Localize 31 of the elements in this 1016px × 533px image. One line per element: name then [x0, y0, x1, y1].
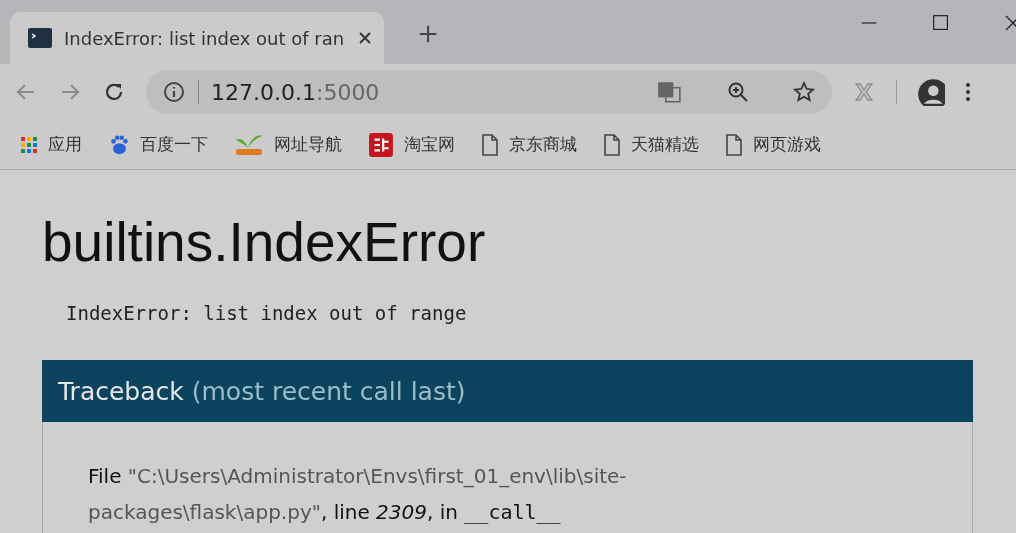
traceback-title: Traceback [58, 376, 184, 406]
error-heading: builtins.IndexError [42, 210, 487, 274]
bookmark[interactable]: 网页游戏 [725, 133, 821, 156]
leaf-logo-icon [234, 133, 264, 156]
error-message: IndexError: list index out of range [66, 302, 468, 324]
bookmark[interactable]: 网址导航 [234, 133, 342, 156]
profile-icon[interactable] [917, 78, 945, 106]
bookmark[interactable]: 京东商城 [481, 133, 577, 156]
url-text: 127.0.0.1:5000 [211, 79, 381, 105]
page-icon [725, 133, 743, 156]
browser-tab[interactable]: IndexError: list index out of ran [10, 12, 384, 64]
page-icon [603, 133, 621, 156]
terminal-icon [28, 27, 52, 49]
bookmark[interactable]: 天猫精选 [603, 133, 699, 156]
traceback-subtitle: (most recent call last) [191, 376, 466, 406]
star-icon[interactable] [792, 80, 816, 104]
address-bar[interactable]: 127.0.0.1:5000 [146, 70, 832, 114]
shop-logo-icon [368, 131, 394, 158]
translate-icon[interactable] [656, 79, 682, 105]
page-icon [481, 133, 499, 156]
frame-location: File "C:\Users\Administrator\Envs\first_01_env\lib\site-packages\flask\app.py", line 2309, in __call__ [88, 463, 628, 526]
bookmark[interactable]: 百度一下 [108, 133, 208, 156]
tab-title: IndexError: list index out of ran [64, 27, 346, 49]
info-icon[interactable] [162, 80, 186, 104]
bookmark[interactable]: 应用 [20, 133, 82, 156]
paw-icon [108, 133, 130, 156]
zoom-in-icon[interactable] [726, 80, 750, 104]
apps-grid-icon [20, 135, 38, 154]
close-icon[interactable] [358, 31, 372, 45]
bookmark[interactable]: 淘宝网 [368, 131, 455, 158]
menu-icon[interactable] [965, 80, 971, 104]
